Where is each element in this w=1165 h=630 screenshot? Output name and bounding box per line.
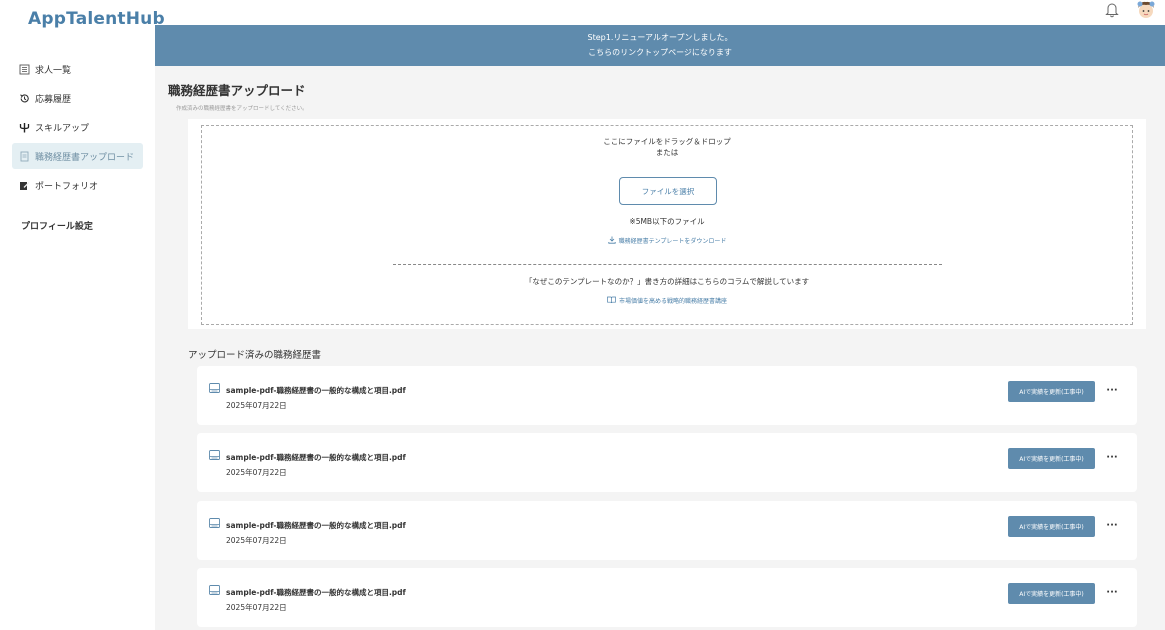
more-options-button[interactable]: ···: [1105, 515, 1119, 535]
banner-line-1: Step1.リニューアルオープンしました。: [587, 33, 733, 42]
uploaded-section-title: アップロード済みの職務経歴書: [188, 350, 322, 361]
column-link[interactable]: 市場価値を高める戦略的職務経歴書講座: [202, 296, 1132, 305]
list-item: sample-pdf-職務経歴書の一般的な構成と項目.pdf 2025年07月2…: [197, 433, 1137, 492]
sidebar-item-profile-settings[interactable]: プロフィール設定: [21, 219, 93, 232]
page-subtitle: 作成済みの職務経歴書をアップロードしてください。: [176, 106, 308, 112]
file-date: 2025年07月22日: [226, 536, 287, 545]
upload-card: ここにファイルをドラッグ＆ドロップ または ファイルを選択 ※5MB以下のファイ…: [188, 119, 1146, 329]
sidebar-item-label: ポートフォリオ: [35, 181, 99, 192]
file-date: 2025年07月22日: [226, 468, 287, 477]
book-icon: [607, 296, 616, 304]
sidebar-item-skillup[interactable]: スキルアップ: [12, 114, 143, 140]
file-icon: [209, 450, 220, 460]
user-avatar[interactable]: [1134, 0, 1158, 22]
trident-icon: [18, 121, 30, 133]
document-upload-icon: [18, 150, 30, 162]
divider: [393, 264, 942, 265]
sidebar-nav: 求人一覧 応募履歴 スキルアップ 職務経歴書アップロード ポートフォリオ: [12, 56, 143, 201]
sidebar-item-label: スキルアップ: [35, 123, 90, 134]
column-link-label: 市場価値を高める戦略的職務経歴書講座: [618, 298, 727, 305]
app-logo[interactable]: AppTalentHub: [28, 9, 165, 29]
download-icon: [607, 236, 616, 244]
main-content: Step1.リニューアルオープンしました。 こちらのリンクトップページになります…: [155, 25, 1165, 630]
sidebar-item-label: 応募履歴: [35, 94, 72, 105]
file-name[interactable]: sample-pdf-職務経歴書の一般的な構成と項目.pdf: [226, 385, 406, 396]
file-name[interactable]: sample-pdf-職務経歴書の一般的な構成と項目.pdf: [226, 452, 406, 463]
banner-line-2: こちらのリンクトップページになります: [588, 48, 732, 57]
list-item: sample-pdf-職務経歴書の一般的な構成と項目.pdf 2025年07月2…: [197, 366, 1137, 425]
more-options-button[interactable]: ···: [1105, 582, 1119, 602]
template-download-link[interactable]: 職務経歴書テンプレートをダウンロード: [202, 236, 1132, 245]
sidebar-item-history[interactable]: 応募履歴: [12, 85, 143, 111]
file-date: 2025年07月22日: [226, 603, 287, 612]
file-date: 2025年07月22日: [226, 401, 287, 410]
file-dropzone[interactable]: ここにファイルをドラッグ＆ドロップ または ファイルを選択 ※5MB以下のファイ…: [201, 125, 1133, 325]
file-icon: [209, 518, 220, 528]
ai-update-button[interactable]: AIで実績を更新(工事中): [1008, 516, 1095, 537]
or-text: または: [655, 148, 679, 157]
list-item: sample-pdf-職務経歴書の一般的な構成と項目.pdf 2025年07月2…: [197, 501, 1137, 560]
building-icon: [18, 63, 30, 75]
file-icon: [209, 585, 220, 595]
why-template-text: 「なぜこのテンプレートなのか？」書き方の詳細はこちらのコラムで解説しています: [524, 277, 810, 286]
select-file-button[interactable]: ファイルを選択: [619, 177, 717, 205]
file-icon: [209, 383, 220, 393]
edit-icon: [18, 179, 30, 191]
template-download-label: 職務経歴書テンプレートをダウンロード: [618, 238, 727, 245]
file-name[interactable]: sample-pdf-職務経歴書の一般的な構成と項目.pdf: [226, 520, 406, 531]
history-icon: [18, 92, 30, 104]
more-options-button[interactable]: ···: [1105, 447, 1119, 467]
page-title: 職務経歴書アップロード: [168, 83, 306, 98]
announcement-banner[interactable]: Step1.リニューアルオープンしました。 こちらのリンクトップページになります: [155, 25, 1165, 66]
ai-update-button[interactable]: AIで実績を更新(工事中): [1008, 381, 1095, 402]
sidebar-item-jobs[interactable]: 求人一覧: [12, 56, 143, 82]
file-name[interactable]: sample-pdf-職務経歴書の一般的な構成と項目.pdf: [226, 587, 406, 598]
sidebar-item-portfolio[interactable]: ポートフォリオ: [12, 172, 143, 198]
drag-drop-text: ここにファイルをドラッグ＆ドロップ: [603, 137, 731, 146]
ai-update-button[interactable]: AIで実績を更新(工事中): [1008, 583, 1095, 604]
sidebar: AppTalentHub 求人一覧 応募履歴 スキルアップ 職務経歴書アップロー…: [0, 0, 165, 630]
file-size-limit-text: ※5MB以下のファイル: [629, 217, 705, 226]
more-options-button[interactable]: ···: [1105, 380, 1119, 400]
sidebar-item-label: 求人一覧: [35, 65, 72, 76]
list-item: sample-pdf-職務経歴書の一般的な構成と項目.pdf 2025年07月2…: [197, 568, 1137, 627]
sidebar-item-resume-upload[interactable]: 職務経歴書アップロード: [12, 143, 143, 169]
ai-update-button[interactable]: AIで実績を更新(工事中): [1008, 448, 1095, 469]
sidebar-item-label: 職務経歴書アップロード: [35, 152, 135, 163]
notification-bell-icon[interactable]: [1102, 0, 1122, 18]
